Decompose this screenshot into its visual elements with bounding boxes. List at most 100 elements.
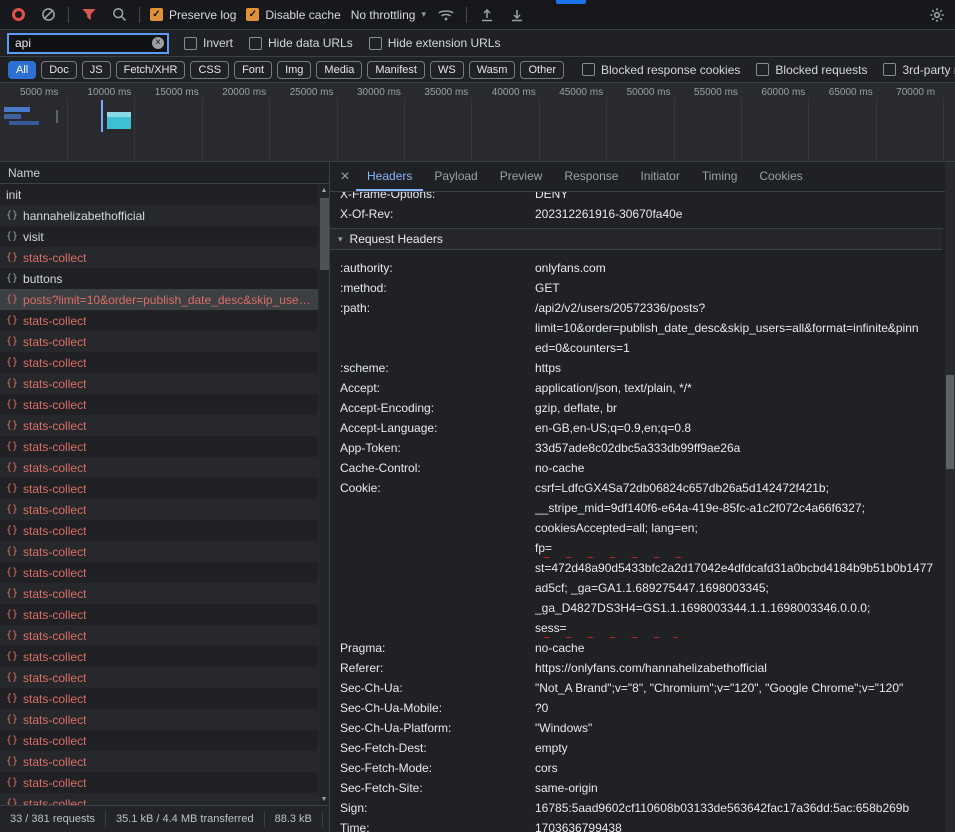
scroll-up-icon[interactable]: ▲ — [321, 185, 328, 196]
request-row[interactable]: {}buttons — [0, 268, 318, 289]
request-row[interactable]: {}stats-collect — [0, 646, 318, 667]
tab-preview[interactable]: Preview — [489, 162, 554, 191]
request-row[interactable]: {}stats-collect — [0, 310, 318, 331]
throttling-dropdown[interactable]: No throttling ▾ — [351, 8, 426, 22]
header-value: https://onlyfans.com/hannahelizabethoffi… — [535, 658, 943, 678]
overview-tick-label: 55000 ms — [694, 87, 738, 98]
filter-input[interactable] — [8, 34, 168, 53]
overview-tick-label: 25000 ms — [290, 87, 334, 98]
request-row[interactable]: {}stats-collect — [0, 688, 318, 709]
request-headers-section[interactable]: ▾ Request Headers — [330, 228, 943, 250]
request-row[interactable]: {}stats-collect — [0, 478, 318, 499]
checkbox-blocked-requests[interactable]: Blocked requests — [756, 63, 867, 77]
request-row[interactable]: {}stats-collect — [0, 331, 318, 352]
checkbox-3rd-party-requests[interactable]: 3rd-party requests — [883, 63, 955, 77]
request-row[interactable]: {}stats-collect — [0, 667, 318, 688]
json-braces-icon: {} — [6, 273, 18, 284]
filter-chip-media[interactable]: Media — [316, 61, 362, 79]
search-button[interactable] — [109, 5, 129, 25]
timeline-overview[interactable]: 5000 ms10000 ms15000 ms20000 ms25000 ms3… — [0, 83, 955, 162]
import-har-button[interactable] — [477, 5, 497, 25]
header-row: App-Token:33d57ade8c02dbc5a333db99ff9ae2… — [330, 438, 943, 458]
request-row[interactable]: {}visit — [0, 226, 318, 247]
disable-cache-checkbox[interactable]: ✓ Disable cache — [246, 8, 340, 22]
close-details-button[interactable]: × — [334, 168, 356, 186]
filter-chip-wasm[interactable]: Wasm — [469, 61, 516, 79]
request-name: stats-collect — [23, 503, 86, 517]
tab-headers[interactable]: Headers — [356, 162, 423, 191]
filter-chip-doc[interactable]: Doc — [41, 61, 77, 79]
clear-button[interactable] — [38, 5, 58, 25]
request-row[interactable]: {}stats-collect — [0, 772, 318, 793]
request-row[interactable]: {}stats-collect — [0, 625, 318, 646]
scrollbar-thumb[interactable] — [946, 375, 954, 469]
request-row[interactable]: {}stats-collect — [0, 352, 318, 373]
filter-chip-other[interactable]: Other — [520, 61, 564, 79]
request-row[interactable]: {}stats-collect — [0, 436, 318, 457]
checkbox-blocked-response-cookies[interactable]: Blocked response cookies — [582, 63, 740, 77]
settings-button[interactable] — [927, 5, 947, 25]
checkbox-unchecked-icon — [883, 63, 896, 76]
request-row[interactable]: {}stats-collect — [0, 604, 318, 625]
export-har-button[interactable] — [507, 5, 527, 25]
overview-gridline — [741, 97, 742, 161]
filter-chip-js[interactable]: JS — [82, 61, 111, 79]
header-row: X-Of-Rev:202312261916-30670fa40e — [330, 204, 943, 224]
filter-chip-img[interactable]: Img — [277, 61, 311, 79]
request-row[interactable]: {}stats-collect — [0, 499, 318, 520]
triangle-down-icon: ▾ — [338, 234, 343, 245]
header-value: https — [535, 358, 943, 378]
request-row[interactable]: {}stats-collect — [0, 793, 318, 805]
tab-response[interactable]: Response — [553, 162, 629, 191]
hide-data-urls-checkbox[interactable]: Hide data URLs — [249, 36, 353, 50]
request-row[interactable]: {}stats-collect — [0, 457, 318, 478]
header-row: :authority:onlyfans.com — [330, 258, 943, 278]
filter-chip-ws[interactable]: WS — [430, 61, 464, 79]
request-row[interactable]: {}hannahelizabethofficial — [0, 205, 318, 226]
preserve-log-checkbox[interactable]: ✓ Preserve log — [150, 8, 236, 22]
tab-timing[interactable]: Timing — [691, 162, 749, 191]
clear-filter-icon[interactable]: × — [152, 37, 164, 49]
header-row: Sec-Fetch-Mode:cors — [330, 758, 943, 778]
header-name: Time: — [340, 818, 535, 832]
request-row[interactable]: {}stats-collect — [0, 247, 318, 268]
request-row[interactable]: {}stats-collect — [0, 373, 318, 394]
invert-checkbox[interactable]: Invert — [184, 36, 233, 50]
column-header-name[interactable]: Name — [0, 162, 329, 184]
request-row[interactable]: {}posts?limit=10&order=publish_date_desc… — [0, 289, 318, 310]
tab-initiator[interactable]: Initiator — [629, 162, 690, 191]
checkbox-label: 3rd-party requests — [902, 63, 955, 77]
overview-tick-label: 65000 ms — [829, 87, 873, 98]
filter-toggle-button[interactable] — [79, 5, 99, 25]
tab-cookies[interactable]: Cookies — [748, 162, 813, 191]
request-row[interactable]: {}stats-collect — [0, 730, 318, 751]
request-row[interactable]: {}stats-collect — [0, 541, 318, 562]
request-row[interactable]: {}stats-collect — [0, 394, 318, 415]
tab-payload[interactable]: Payload — [423, 162, 488, 191]
filter-chip-fetch-xhr[interactable]: Fetch/XHR — [116, 61, 186, 79]
details-scrollbar[interactable] — [945, 162, 955, 832]
request-name: stats-collect — [23, 713, 86, 727]
record-button[interactable] — [8, 5, 28, 25]
request-row[interactable]: {}stats-collect — [0, 709, 318, 730]
request-row[interactable]: {}stats-collect — [0, 562, 318, 583]
overview-activity-bar — [4, 107, 30, 112]
scroll-down-icon[interactable]: ▼ — [321, 794, 328, 805]
filter-chip-manifest[interactable]: Manifest — [367, 61, 425, 79]
request-row[interactable]: {}stats-collect — [0, 520, 318, 541]
filter-chip-css[interactable]: CSS — [190, 61, 229, 79]
hide-extension-urls-checkbox[interactable]: Hide extension URLs — [369, 36, 501, 50]
name-header-label: Name — [8, 166, 40, 180]
requests-count: 33 / 381 requests — [0, 811, 106, 827]
request-row[interactable]: {}stats-collect — [0, 751, 318, 772]
json-braces-icon: {} — [6, 357, 18, 368]
request-row[interactable]: {}stats-collect — [0, 415, 318, 436]
filter-chip-font[interactable]: Font — [234, 61, 272, 79]
filter-chip-all[interactable]: All — [8, 61, 36, 79]
network-conditions-button[interactable] — [436, 5, 456, 25]
request-row[interactable]: init — [0, 184, 318, 205]
scrollbar-thumb[interactable] — [320, 198, 329, 270]
requests-scrollbar[interactable]: ▲ ▼ — [318, 185, 329, 805]
header-value: 16785:5aad9602cf110608b03133de563642fac1… — [535, 798, 943, 818]
request-row[interactable]: {}stats-collect — [0, 583, 318, 604]
